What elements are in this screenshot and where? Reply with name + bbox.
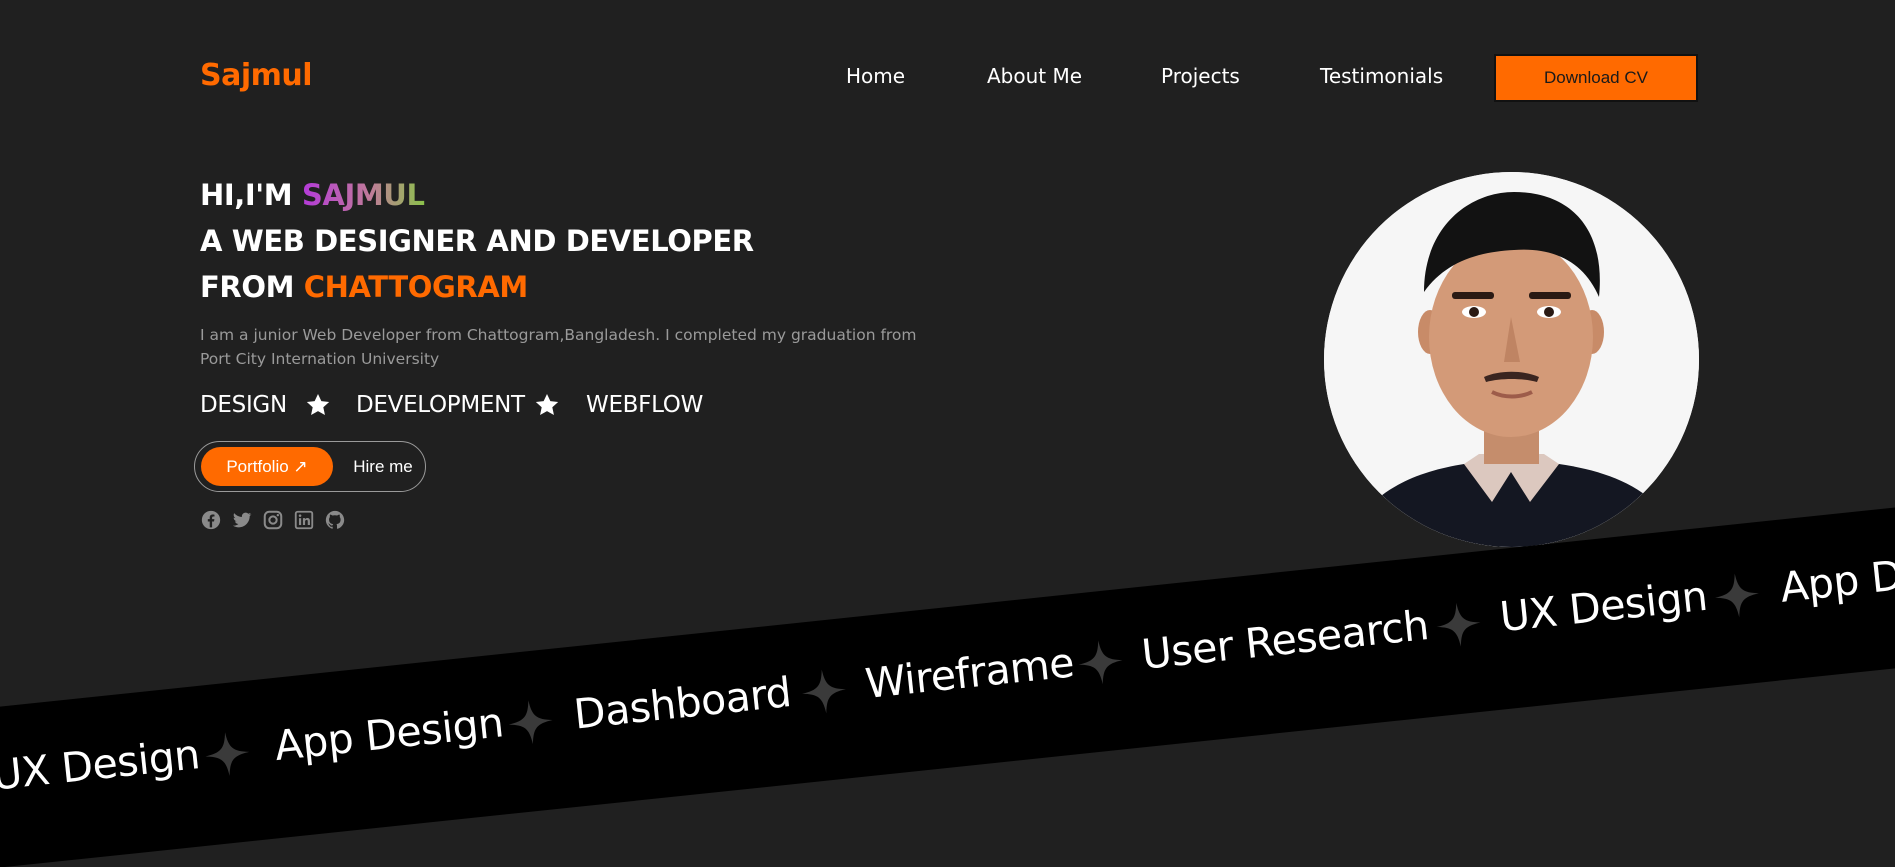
marquee-item: User Research	[1139, 601, 1431, 679]
marquee-item: App D	[1777, 551, 1895, 612]
nav-home[interactable]: Home	[846, 64, 905, 88]
skill-design: DESIGN	[200, 392, 287, 418]
facebook-icon[interactable]	[200, 509, 222, 531]
marquee-item: UX Design	[1497, 571, 1710, 642]
hero-greeting: HI,I'M SAJMUL	[200, 178, 425, 212]
nav-about-me[interactable]: About Me	[987, 64, 1082, 88]
skills-marquee: UX Design App Design Dashboard Wireframe…	[0, 477, 1895, 867]
marquee-item: UX Design	[0, 730, 202, 800]
portfolio-button[interactable]: Portfolio ↗	[201, 447, 333, 486]
linkedin-icon[interactable]	[293, 509, 315, 531]
sparkle-icon	[1432, 598, 1485, 651]
location-prefix: FROM	[200, 270, 295, 304]
sparkle-icon	[798, 665, 851, 718]
sparkle-icon	[1074, 636, 1127, 689]
hero-location: FROM CHATTOGRAM	[200, 270, 528, 304]
skill-development: DEVELOPMENT	[356, 392, 525, 418]
greeting-name: SAJMUL	[301, 178, 425, 212]
sparkle-icon	[201, 728, 254, 781]
star-icon	[534, 392, 560, 418]
hire-me-button[interactable]: Hire me	[345, 447, 421, 486]
sparkle-icon	[504, 696, 557, 749]
nav-projects[interactable]: Projects	[1161, 64, 1240, 88]
site-logo[interactable]: Sajmul	[200, 58, 313, 93]
greeting-prefix: HI,I'M	[200, 178, 293, 212]
marquee-track: UX Design App Design Dashboard Wireframe…	[0, 551, 1895, 866]
sparkle-icon	[1711, 569, 1764, 622]
github-icon[interactable]	[324, 509, 346, 531]
profile-photo	[1324, 172, 1699, 547]
marquee-item: Dashboard	[571, 668, 794, 739]
instagram-icon[interactable]	[262, 509, 284, 531]
marquee-item: Wireframe	[862, 638, 1077, 708]
hero-title: A WEB DESIGNER AND DEVELOPER	[200, 224, 754, 258]
hero-intro: I am a junior Web Developer from Chattog…	[200, 326, 917, 368]
location-city: CHATTOGRAM	[303, 270, 528, 304]
skill-webflow: WEBFLOW	[586, 392, 704, 418]
twitter-icon[interactable]	[231, 509, 253, 531]
marquee-item: App Design	[272, 698, 506, 771]
profile-photo-illustration	[1324, 172, 1699, 547]
hero-button-group: Portfolio ↗ Hire me	[194, 441, 426, 492]
nav-testimonials[interactable]: Testimonials	[1320, 64, 1443, 88]
download-cv-button[interactable]: Download CV	[1494, 54, 1698, 102]
star-icon	[305, 392, 331, 418]
